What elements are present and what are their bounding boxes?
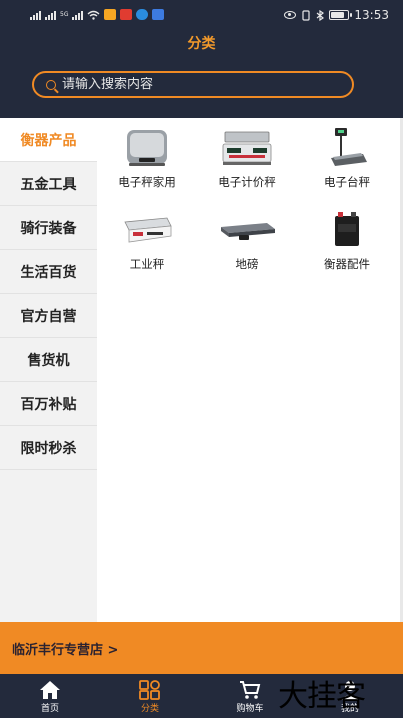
app-notification-icon xyxy=(152,9,165,20)
sidebar-item-cycling-gear[interactable]: 骑行装备 xyxy=(0,206,97,250)
subcategory-label: 电子计价秤 xyxy=(218,175,276,189)
clock-time: 13:53 xyxy=(354,8,389,22)
app-notification-icon xyxy=(120,9,133,20)
tab-label: 购物车 xyxy=(236,703,264,714)
signal-icon xyxy=(72,10,84,20)
search-bar[interactable] xyxy=(32,71,354,98)
status-icons-right: 13:53 xyxy=(284,8,389,22)
platform-scale-icon xyxy=(317,126,377,170)
tab-category[interactable]: 分类 xyxy=(100,674,200,718)
subcategory-industrial-scale[interactable]: 工业秤 xyxy=(97,208,197,280)
bluetooth-icon xyxy=(317,9,325,21)
category-sidebar: 衡器产品 五金工具 骑行装备 生活百货 官方自营 售货机 百万补贴 限时秒杀 xyxy=(0,118,97,622)
category-icon xyxy=(139,679,160,700)
sidebar-item-flash-sale[interactable]: 限时秒杀 xyxy=(0,426,97,470)
signal-icon xyxy=(45,10,56,20)
subcategory-household-scale[interactable]: 电子秤家用 xyxy=(97,126,197,198)
network-type-label: 5G xyxy=(60,10,69,18)
cart-icon xyxy=(240,680,261,699)
subcategory-label: 地磅 xyxy=(235,257,259,271)
status-bar: 5G 13:53 xyxy=(0,0,403,30)
home-icon xyxy=(40,680,60,699)
subcategory-scale-accessories[interactable]: 衡器配件 xyxy=(297,208,397,280)
status-icons-left: 5G xyxy=(30,9,165,20)
tab-label: 分类 xyxy=(140,703,159,714)
floor-scale-icon xyxy=(217,208,277,252)
tab-home[interactable]: 首页 xyxy=(0,674,100,718)
shop-name-link[interactable]: 临沂丰行专营店 > xyxy=(12,639,118,658)
subcategory-label: 电子秤家用 xyxy=(118,175,176,189)
signal-icon xyxy=(30,10,41,20)
subcategory-label: 衡器配件 xyxy=(324,257,370,271)
subcategory-platform-scale[interactable]: 电子台秤 xyxy=(297,126,397,198)
sidebar-item-hardware-tools[interactable]: 五金工具 xyxy=(0,162,97,206)
vibrate-icon xyxy=(302,9,311,21)
header: 5G 13:53 分类 xyxy=(0,0,403,118)
subcategory-pricing-scale[interactable]: 电子计价秤 xyxy=(197,126,297,198)
eye-comfort-icon xyxy=(284,11,297,19)
sidebar-item-weighing-products[interactable]: 衡器产品 xyxy=(0,118,97,162)
battery-accessory-icon xyxy=(317,208,377,252)
sidebar-item-daily-goods[interactable]: 生活百货 xyxy=(0,250,97,294)
sidebar-item-official-store[interactable]: 官方自营 xyxy=(0,294,97,338)
subcategory-label: 工业秤 xyxy=(129,257,165,271)
wifi-icon xyxy=(87,10,100,20)
search-input[interactable] xyxy=(62,77,332,92)
sidebar-item-vending-machine[interactable]: 售货机 xyxy=(0,338,97,382)
page-title: 分类 xyxy=(187,36,216,52)
battery-icon xyxy=(329,10,353,20)
pricing-scale-icon xyxy=(217,126,277,170)
app-notification-icon xyxy=(104,9,117,20)
watermark-logo: 大挂客 xyxy=(278,679,366,714)
industrial-scale-icon xyxy=(117,208,177,252)
shop-entry-bar[interactable]: 临沂丰行专营店 > xyxy=(0,622,403,674)
search-icon xyxy=(46,79,56,90)
subcategory-label: 电子台秤 xyxy=(324,175,370,189)
tab-label: 首页 xyxy=(40,703,59,714)
sidebar-item-million-subsidy[interactable]: 百万补贴 xyxy=(0,382,97,426)
category-content: 电子秤家用 电子计价秤 电子台秤 工业秤 地磅 衡器配件 xyxy=(97,118,403,622)
subcategory-floor-scale[interactable]: 地磅 xyxy=(197,208,297,280)
household-scale-icon xyxy=(117,126,177,170)
app-notification-icon xyxy=(136,9,149,20)
subcategory-grid: 电子秤家用 电子计价秤 电子台秤 工业秤 地磅 衡器配件 xyxy=(97,126,403,280)
